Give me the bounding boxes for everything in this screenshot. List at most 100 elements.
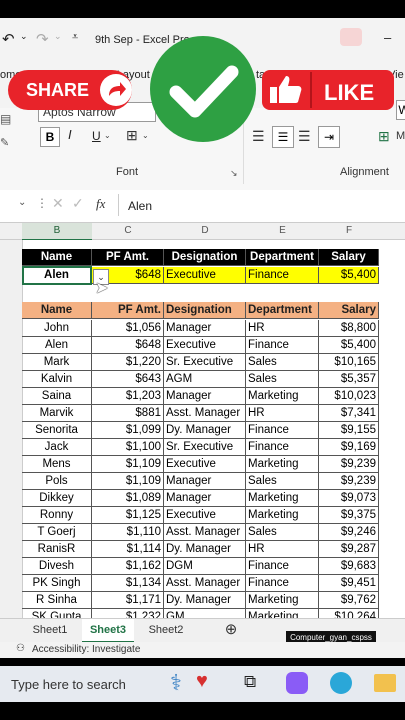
column-header-f[interactable]: F xyxy=(319,223,379,239)
table-cell-salary[interactable]: $9,762 xyxy=(319,592,379,609)
table-cell-pf-amt[interactable]: $1,171 xyxy=(92,592,164,609)
table-cell-name[interactable]: Marvik xyxy=(22,405,92,422)
accessibility-icon[interactable]: ⚇ xyxy=(16,643,25,654)
table-cell-department[interactable]: Finance xyxy=(246,337,319,354)
lookup-header-department[interactable]: Department xyxy=(246,249,319,266)
table-cell-name[interactable]: Divesh xyxy=(22,558,92,575)
taskbar-search-input[interactable]: Type here to search xyxy=(11,677,126,692)
edge-icon[interactable] xyxy=(330,672,352,694)
table-cell-designation[interactable]: Dy. Manager xyxy=(164,541,246,558)
minimize-icon[interactable]: – xyxy=(384,30,391,45)
redo-dropdown-icon[interactable]: ⌄ xyxy=(54,31,62,42)
table-cell-designation[interactable]: Executive xyxy=(164,456,246,473)
clipboard-icon[interactable]: ▤ xyxy=(0,112,11,126)
table-cell-designation[interactable]: DGM xyxy=(164,558,246,575)
table-cell-designation[interactable]: Asst. Manager xyxy=(164,575,246,592)
customize-toolbar-icon[interactable]: ⩡ xyxy=(72,31,78,44)
table-cell-department[interactable]: Marketing xyxy=(246,507,319,524)
lookup-header-name[interactable]: Name xyxy=(22,249,92,266)
wrap-text-button[interactable]: W xyxy=(396,100,405,120)
borders-dropdown-icon[interactable]: ⌄ xyxy=(142,131,149,140)
table-cell-name[interactable]: T Goerj xyxy=(22,524,92,541)
undo-dropdown-icon[interactable]: ⌄ xyxy=(20,31,28,42)
table-cell-pf-amt[interactable]: $1,089 xyxy=(92,490,164,507)
table-cell-pf-amt[interactable]: $1,109 xyxy=(92,456,164,473)
table-cell-name[interactable]: Kalvin xyxy=(22,371,92,388)
table-cell-pf-amt[interactable]: $1,100 xyxy=(92,439,164,456)
table-cell-department[interactable]: Finance xyxy=(246,422,319,439)
table-cell-designation[interactable]: AGM xyxy=(164,371,246,388)
lookup-header-designation[interactable]: Designation xyxy=(164,249,246,266)
formula-input[interactable]: Alen xyxy=(128,199,152,213)
underline-icon[interactable]: U xyxy=(92,129,101,143)
table-cell-salary[interactable]: $9,246 xyxy=(319,524,379,541)
enter-icon[interactable]: ✓ xyxy=(72,195,84,212)
table-cell-name[interactable]: Dikkey xyxy=(22,490,92,507)
lookup-cell-department[interactable]: Finance xyxy=(246,267,319,284)
table-cell-department[interactable]: Marketing xyxy=(246,490,319,507)
table-cell-name[interactable]: John xyxy=(22,320,92,337)
table-cell-pf-amt[interactable]: $1,114 xyxy=(92,541,164,558)
table-cell-pf-amt[interactable]: $1,203 xyxy=(92,388,164,405)
active-cell-outline[interactable] xyxy=(22,266,92,285)
table-cell-name[interactable]: R Sinha xyxy=(22,592,92,609)
table-cell-department[interactable]: Sales xyxy=(246,354,319,371)
table-cell-designation[interactable]: Sr. Executive xyxy=(164,354,246,371)
table-cell-salary[interactable]: $7,341 xyxy=(319,405,379,422)
accessibility-status[interactable]: Accessibility: Investigate xyxy=(32,644,140,655)
format-painter-icon[interactable]: ✎ xyxy=(0,136,9,149)
table-cell-salary[interactable]: $9,375 xyxy=(319,507,379,524)
table-cell-designation[interactable]: Manager xyxy=(164,388,246,405)
file-explorer-icon[interactable] xyxy=(374,674,396,692)
column-header-e[interactable]: E xyxy=(246,223,319,239)
table-cell-name[interactable]: Senorita xyxy=(22,422,92,439)
table-cell-department[interactable]: Finance xyxy=(246,558,319,575)
merge-label[interactable]: M xyxy=(396,130,405,142)
profile-icon[interactable] xyxy=(340,28,362,46)
name-box-dropdown-icon[interactable]: ⌄ xyxy=(18,197,26,208)
table-cell-name[interactable]: Ronny xyxy=(22,507,92,524)
table-cell-designation[interactable]: Manager xyxy=(164,473,246,490)
table-cell-salary[interactable]: $9,169 xyxy=(319,439,379,456)
tab-sheet3[interactable]: Sheet3 xyxy=(82,619,134,643)
table-cell-designation[interactable]: Executive xyxy=(164,337,246,354)
table-cell-department[interactable]: Finance xyxy=(246,439,319,456)
table-cell-designation[interactable]: Manager xyxy=(164,490,246,507)
font-dialog-launcher-icon[interactable]: ↘ xyxy=(230,168,238,179)
undo-icon[interactable]: ↶ xyxy=(2,30,15,48)
merge-center-icon[interactable]: ⊞ xyxy=(378,128,390,145)
table-cell-salary[interactable]: $9,155 xyxy=(319,422,379,439)
borders-icon[interactable]: ⊞ xyxy=(126,127,138,144)
table-cell-designation[interactable]: Sr. Executive xyxy=(164,439,246,456)
italic-button[interactable]: I xyxy=(68,127,72,142)
redo-icon[interactable]: ↷ xyxy=(36,30,49,48)
table-cell-name[interactable]: Saina xyxy=(22,388,92,405)
copilot-icon[interactable] xyxy=(286,672,308,694)
table-cell-pf-amt[interactable]: $1,056 xyxy=(92,320,164,337)
table-cell-name[interactable]: Jack xyxy=(22,439,92,456)
table-cell-salary[interactable]: $9,239 xyxy=(319,473,379,490)
table-cell-pf-amt[interactable]: $1,099 xyxy=(92,422,164,439)
table-cell-designation[interactable]: Executive xyxy=(164,507,246,524)
column-header-d[interactable]: D xyxy=(164,223,246,239)
table-cell-name[interactable]: Mark xyxy=(22,354,92,371)
table-cell-department[interactable]: HR xyxy=(246,405,319,422)
table-cell-department[interactable]: HR xyxy=(246,320,319,337)
table-cell-designation[interactable]: Asst. Manager xyxy=(164,524,246,541)
table-cell-department[interactable]: Marketing xyxy=(246,592,319,609)
table-cell-salary[interactable]: $9,073 xyxy=(319,490,379,507)
table-cell-pf-amt[interactable]: $881 xyxy=(92,405,164,422)
fx-icon[interactable]: fx xyxy=(96,196,105,212)
table-cell-department[interactable]: Marketing xyxy=(246,388,319,405)
table-cell-salary[interactable]: $9,683 xyxy=(319,558,379,575)
lookup-cell-salary[interactable]: $5,400 xyxy=(319,267,379,284)
table-cell-salary[interactable]: $9,239 xyxy=(319,456,379,473)
table-cell-department[interactable]: Finance xyxy=(246,575,319,592)
table-cell-pf-amt[interactable]: $1,109 xyxy=(92,473,164,490)
table-cell-salary[interactable]: $5,400 xyxy=(319,337,379,354)
table-cell-designation[interactable]: Dy. Manager xyxy=(164,592,246,609)
table-cell-name[interactable]: Alen xyxy=(22,337,92,354)
formula-input-box[interactable] xyxy=(118,194,405,216)
table-cell-designation[interactable]: Dy. Manager xyxy=(164,422,246,439)
cancel-icon[interactable]: ✕ xyxy=(52,195,64,212)
